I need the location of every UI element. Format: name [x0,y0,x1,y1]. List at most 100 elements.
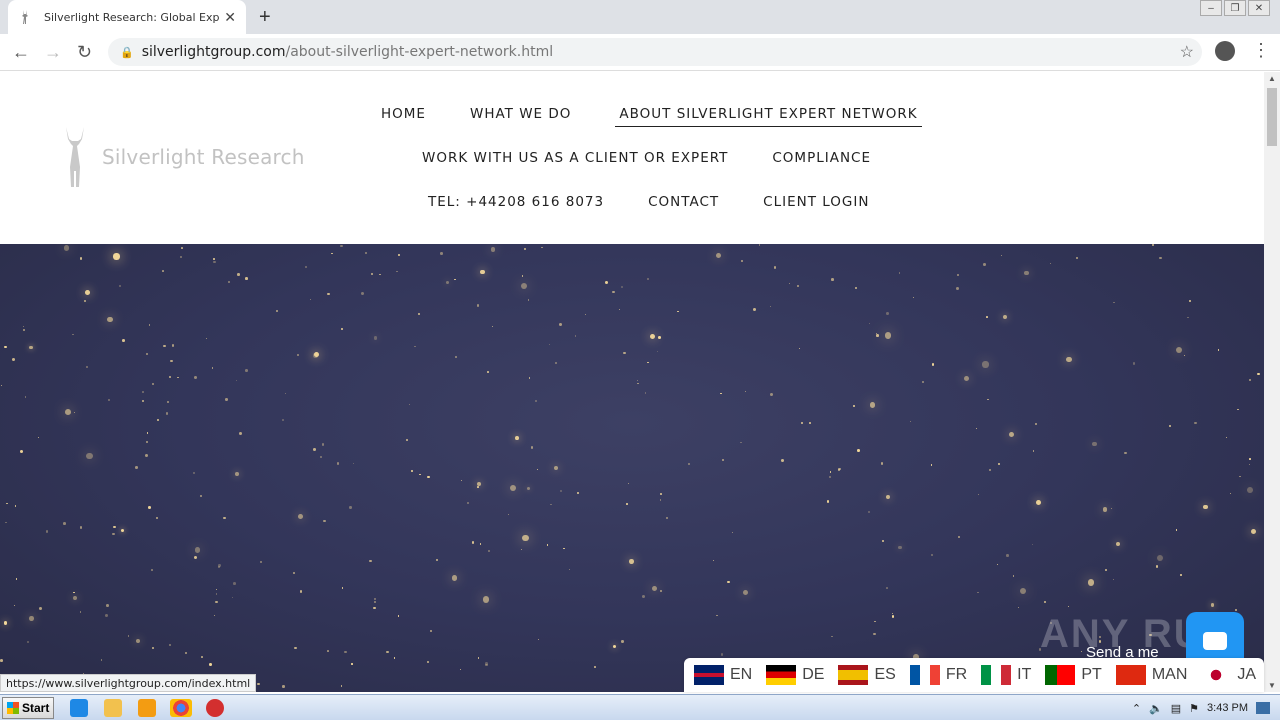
city-light [282,685,285,688]
city-light [45,530,49,533]
reload-icon[interactable]: ↻ [77,42,92,63]
city-light [237,273,240,276]
action-center-flag-icon[interactable]: ⚑ [1189,702,1199,715]
city-light [292,572,295,574]
new-tab-icon[interactable]: + [259,6,271,29]
close-window-icon[interactable]: ✕ [1248,0,1270,16]
nav-telephone[interactable]: TEL: +44208 616 8073 [428,194,604,210]
start-button[interactable]: Start [2,697,54,719]
city-light [1050,263,1052,265]
language-code: DE [802,666,825,683]
city-light [83,299,86,302]
browser-tab[interactable]: Silverlight Research: Global Expert N ✕ [8,0,246,34]
city-light [604,281,608,284]
city-light [373,606,376,609]
city-light [487,549,490,553]
city-light [1116,542,1121,547]
forward-icon[interactable]: → [44,42,62,63]
city-light [1248,378,1251,382]
media-player-icon[interactable] [138,699,156,717]
city-light [244,369,248,373]
language-man[interactable]: MAN [1115,665,1187,685]
page-scrollbar[interactable]: ▲ ▼ [1264,72,1280,692]
city-light [373,601,377,604]
nav-about-expert-network[interactable]: ABOUT SILVERLIGHT EXPERT NETWORK [615,106,922,127]
language-pt[interactable]: PT [1045,665,1102,685]
scroll-down-icon[interactable]: ▼ [1268,681,1276,690]
system-tray: ⌃ 🔈 ▤ ⚑ 3:43 PM [1132,695,1280,721]
language-it[interactable]: IT [981,665,1031,685]
city-light [479,543,482,545]
city-light [796,285,799,287]
city-light [476,304,480,307]
city-light [1124,452,1127,455]
city-light [454,278,456,281]
nav-work-with-us[interactable]: WORK WITH US AS A CLIENT OR EXPERT [422,150,728,166]
city-light [1075,256,1079,260]
city-light [206,337,208,339]
nav-what-we-do[interactable]: WHAT WE DO [470,106,571,127]
volume-icon[interactable]: 🔈 [1149,702,1163,715]
city-light [1110,508,1113,510]
city-light [593,666,596,669]
file-explorer-icon[interactable] [104,699,122,717]
city-light [371,272,374,275]
language-code: FR [945,666,968,683]
city-light [1132,362,1136,366]
tray-arrow-icon[interactable]: ⌃ [1132,702,1141,715]
city-light [520,282,528,289]
language-ja[interactable]: JA [1201,665,1256,685]
city-light [194,375,197,379]
city-light [715,614,718,617]
city-light [180,255,183,259]
city-light [228,281,230,284]
language-de[interactable]: DE [766,665,824,685]
scroll-thumb[interactable] [1267,88,1277,146]
internet-explorer-icon[interactable] [70,699,88,717]
network-icon[interactable]: ▤ [1171,702,1181,715]
city-light [405,438,408,441]
city-light [558,323,562,327]
city-light [213,257,216,260]
city-light [1175,529,1178,532]
city-light [79,526,82,529]
city-light [275,309,279,313]
nav-contact[interactable]: CONTACT [648,194,719,210]
city-light [235,472,239,477]
city-light [222,516,226,520]
profile-avatar-icon[interactable] [1215,41,1235,61]
chrome-taskbar-icon[interactable] [170,699,192,717]
city-light [105,603,109,607]
city-light [379,273,381,275]
language-fr[interactable]: FR [909,665,968,685]
city-light [152,646,154,649]
show-desktop-icon[interactable] [1256,702,1270,714]
language-en[interactable]: EN [694,665,752,685]
site-logo[interactable]: Silverlight Research [60,127,305,187]
city-light [213,615,215,617]
opera-icon[interactable] [206,699,224,717]
minimize-icon[interactable]: – [1200,0,1222,16]
nav-client-login[interactable]: CLIENT LOGIN [763,194,869,210]
language-es[interactable]: ES [838,665,896,685]
address-bar[interactable]: 🔒 silverlightgroup.com/about-silverlight… [108,38,1202,66]
city-light [340,244,343,248]
city-light [886,311,890,315]
bookmark-star-icon[interactable]: ☆ [1180,42,1194,62]
scroll-up-icon[interactable]: ▲ [1268,74,1276,83]
city-light [881,539,885,543]
city-light [826,500,830,503]
nav-compliance[interactable]: COMPLIANCE [772,150,871,166]
city-light [466,502,469,505]
city-light [483,596,490,603]
language-code: PT [1081,666,1102,683]
restore-icon[interactable]: ❐ [1224,0,1246,16]
back-icon[interactable]: ← [12,42,30,63]
browser-menu-icon[interactable]: ⋮ [1252,40,1270,61]
city-light [1217,349,1220,351]
city-light [235,380,237,382]
nav-home[interactable]: HOME [381,106,426,127]
city-light [225,398,229,401]
tab-close-icon[interactable]: ✕ [224,9,236,26]
clock[interactable]: 3:43 PM [1207,702,1248,714]
